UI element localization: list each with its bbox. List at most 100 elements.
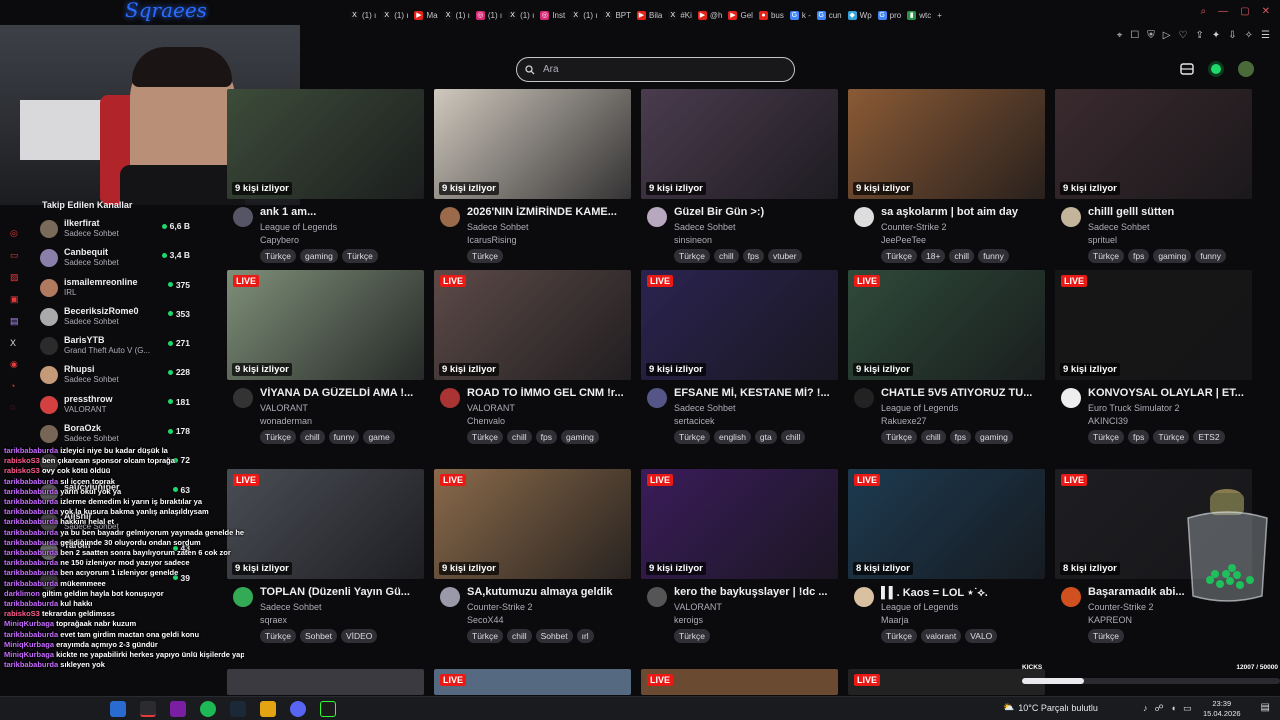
chat-username[interactable]: rabiskoS3 bbox=[4, 609, 40, 618]
stream-tag[interactable]: VALO bbox=[965, 629, 998, 643]
chat-username[interactable]: rabiskoS3 bbox=[4, 456, 40, 465]
channel-avatar[interactable] bbox=[440, 207, 460, 227]
stream-tag[interactable]: Türkçe bbox=[467, 430, 503, 444]
channel-avatar[interactable] bbox=[854, 388, 874, 408]
stream-channel[interactable]: IcarusRising bbox=[467, 235, 517, 245]
stream-tag[interactable]: Türkçe bbox=[1088, 249, 1124, 263]
stream-tag[interactable]: Türkçe bbox=[1088, 629, 1124, 643]
browser-tab[interactable]: ◎ Inst bbox=[540, 10, 565, 20]
stream-thumbnail[interactable]: 9 kişi izliyor bbox=[434, 89, 631, 199]
stream-thumbnail[interactable]: LIVE 9 kişi izliyor bbox=[434, 270, 631, 380]
channel-avatar[interactable] bbox=[854, 207, 874, 227]
stream-channel[interactable]: sprituel bbox=[1088, 235, 1117, 245]
user-avatar[interactable] bbox=[1238, 61, 1254, 77]
stream-card[interactable]: LIVE 9 kişi izliyor SA,kutumuzu almaya gel… bbox=[434, 469, 631, 644]
stream-tag[interactable]: fps bbox=[949, 430, 971, 444]
stream-tag[interactable]: ETS2 bbox=[1193, 430, 1225, 444]
stream-card[interactable]: LIVE 9 kişi izliyor ROAD TO İMMO GEL CNM !… bbox=[434, 270, 631, 445]
stream-channel[interactable]: keroigs bbox=[674, 615, 703, 625]
stream-tag[interactable]: chill bbox=[949, 249, 975, 263]
stream-card[interactable]: 9 kişi izliyor chilll gelll sütten Sadece … bbox=[1055, 89, 1252, 264]
search-bar[interactable]: Ara bbox=[516, 57, 795, 82]
channel-avatar[interactable] bbox=[1061, 207, 1081, 227]
stream-tag[interactable]: Türkçe bbox=[341, 249, 378, 263]
kick-logo-icon[interactable] bbox=[1208, 61, 1224, 77]
stream-tag[interactable]: gaming bbox=[1153, 249, 1192, 263]
clips-icon[interactable]: ▨ bbox=[10, 272, 19, 283]
browser-tab[interactable]: ▶ Bila bbox=[637, 10, 662, 20]
channel-avatar[interactable] bbox=[440, 388, 460, 408]
channel-avatar[interactable] bbox=[647, 388, 667, 408]
stream-tag[interactable]: fps bbox=[535, 430, 557, 444]
spotify-icon[interactable] bbox=[200, 701, 216, 717]
stream-tag[interactable]: gta bbox=[754, 430, 777, 444]
stream-tag[interactable]: funny bbox=[1195, 249, 1227, 263]
share-icon[interactable]: ⇪ bbox=[1195, 30, 1203, 41]
stream-channel[interactable]: Maarja bbox=[881, 615, 909, 625]
browser-tab[interactable]: ▮ wtc bbox=[907, 10, 931, 20]
stream-tag[interactable]: Türkçe bbox=[260, 249, 296, 263]
stream-title[interactable]: sa aşkolarım | bot aim day bbox=[881, 206, 1041, 218]
channel-avatar[interactable] bbox=[440, 587, 460, 607]
bookmark-icon[interactable]: ☐ bbox=[1130, 30, 1139, 41]
followed-channel-item[interactable]: BeceriksizRome0 Sadece Sohbet 353 bbox=[40, 306, 190, 335]
riot-icon[interactable] bbox=[260, 701, 276, 717]
chat-username[interactable]: tarikbababurda bbox=[4, 548, 58, 557]
stream-thumbnail[interactable]: LIVE 9 kişi izliyor bbox=[641, 469, 838, 579]
chat-username[interactable]: tarikbababurda bbox=[4, 477, 58, 486]
stream-category[interactable]: Sadece Sohbet bbox=[674, 222, 736, 232]
stream-thumbnail[interactable]: LIVE 9 kişi izliyor bbox=[1055, 270, 1252, 380]
inbox-icon[interactable] bbox=[1180, 63, 1194, 75]
stream-category[interactable]: League of Legends bbox=[881, 602, 958, 612]
browser-tab[interactable]: X #Ki bbox=[668, 10, 692, 20]
stream-tag[interactable]: Türkçe bbox=[881, 629, 917, 643]
chat-username[interactable]: tarikbababurda bbox=[4, 599, 58, 608]
stream-channel[interactable]: sertacicek bbox=[674, 416, 715, 426]
browser-tab[interactable]: ● bus bbox=[758, 10, 784, 20]
chat-username[interactable]: tarikbababurda bbox=[4, 568, 58, 577]
stream-channel[interactable]: KAPREON bbox=[1088, 615, 1132, 625]
stream-tag[interactable]: fps bbox=[1127, 430, 1150, 444]
home-icon[interactable]: ◎ bbox=[10, 228, 19, 239]
channel-avatar[interactable] bbox=[233, 207, 253, 227]
stream-tag[interactable]: Türkçe bbox=[881, 430, 917, 444]
chat-username[interactable]: tarikbababurda bbox=[4, 579, 58, 588]
stream-tag[interactable]: Türkçe bbox=[881, 249, 917, 263]
stream-title[interactable]: VİYANA DA GÜZELDİ AMA !... bbox=[260, 387, 420, 399]
browser-tab[interactable]: X (1) ı bbox=[382, 10, 408, 20]
channel-avatar[interactable] bbox=[1061, 388, 1081, 408]
menu-icon[interactable]: ☰ bbox=[1261, 30, 1270, 41]
browser-icon[interactable] bbox=[140, 701, 156, 717]
stream-tag[interactable]: Sohbet bbox=[535, 629, 573, 643]
stream-category[interactable]: VALORANT bbox=[467, 403, 515, 413]
stream-tag[interactable]: Sohbet bbox=[299, 629, 337, 643]
stream-thumbnail[interactable]: LIVE 8 kişi izliyor bbox=[848, 469, 1045, 579]
chat-username[interactable]: tarikbababurda bbox=[4, 507, 58, 516]
stream-thumbnail[interactable]: 9 kişi izliyor bbox=[848, 89, 1045, 199]
shield-icon[interactable]: ⛨ bbox=[1147, 30, 1155, 41]
help-icon[interactable]: ◌ bbox=[10, 402, 19, 412]
chat-username[interactable]: tarikbababurda bbox=[4, 538, 58, 547]
stream-tag[interactable]: chill bbox=[780, 430, 806, 444]
chat-username[interactable]: MiniqKurbaga bbox=[4, 650, 54, 659]
stream-tag[interactable]: chill bbox=[713, 249, 739, 263]
stream-title[interactable]: ROAD TO İMMO GEL CNM !r... bbox=[467, 387, 627, 399]
stream-card[interactable]: LIVE 8 kişi izliyor ▌▌. Kaos = LOL ⋆˙⟡. Lea… bbox=[848, 469, 1045, 644]
stream-category[interactable]: Counter-Strike 2 bbox=[1088, 602, 1154, 612]
chat-username[interactable]: MiniqKurbaga bbox=[4, 619, 54, 628]
kick-icon[interactable]: ▣ bbox=[10, 294, 19, 305]
stream-category[interactable]: Euro Truck Simulator 2 bbox=[1088, 403, 1180, 413]
stream-tag[interactable]: chill bbox=[506, 629, 532, 643]
stream-tag[interactable]: gaming bbox=[299, 249, 338, 263]
channel-avatar[interactable] bbox=[647, 587, 667, 607]
extension-icon[interactable]: ✦ bbox=[1212, 30, 1220, 41]
browser-tab[interactable]: ◆ Wp bbox=[847, 10, 872, 20]
stream-tag[interactable]: valorant bbox=[920, 629, 962, 643]
stream-thumbnail[interactable]: LIVE bbox=[848, 669, 1045, 695]
search-tabs-icon[interactable]: ⌕ bbox=[1201, 6, 1207, 17]
taskbar-clock[interactable]: 23:39 15.04.2026 bbox=[1203, 699, 1241, 719]
stream-tag[interactable]: gaming bbox=[974, 430, 1013, 444]
chat-username[interactable]: tarikbababurda bbox=[4, 446, 58, 455]
chat-username[interactable]: tarikbababurda bbox=[4, 660, 58, 669]
network-icon[interactable]: ☍ bbox=[1155, 703, 1164, 714]
